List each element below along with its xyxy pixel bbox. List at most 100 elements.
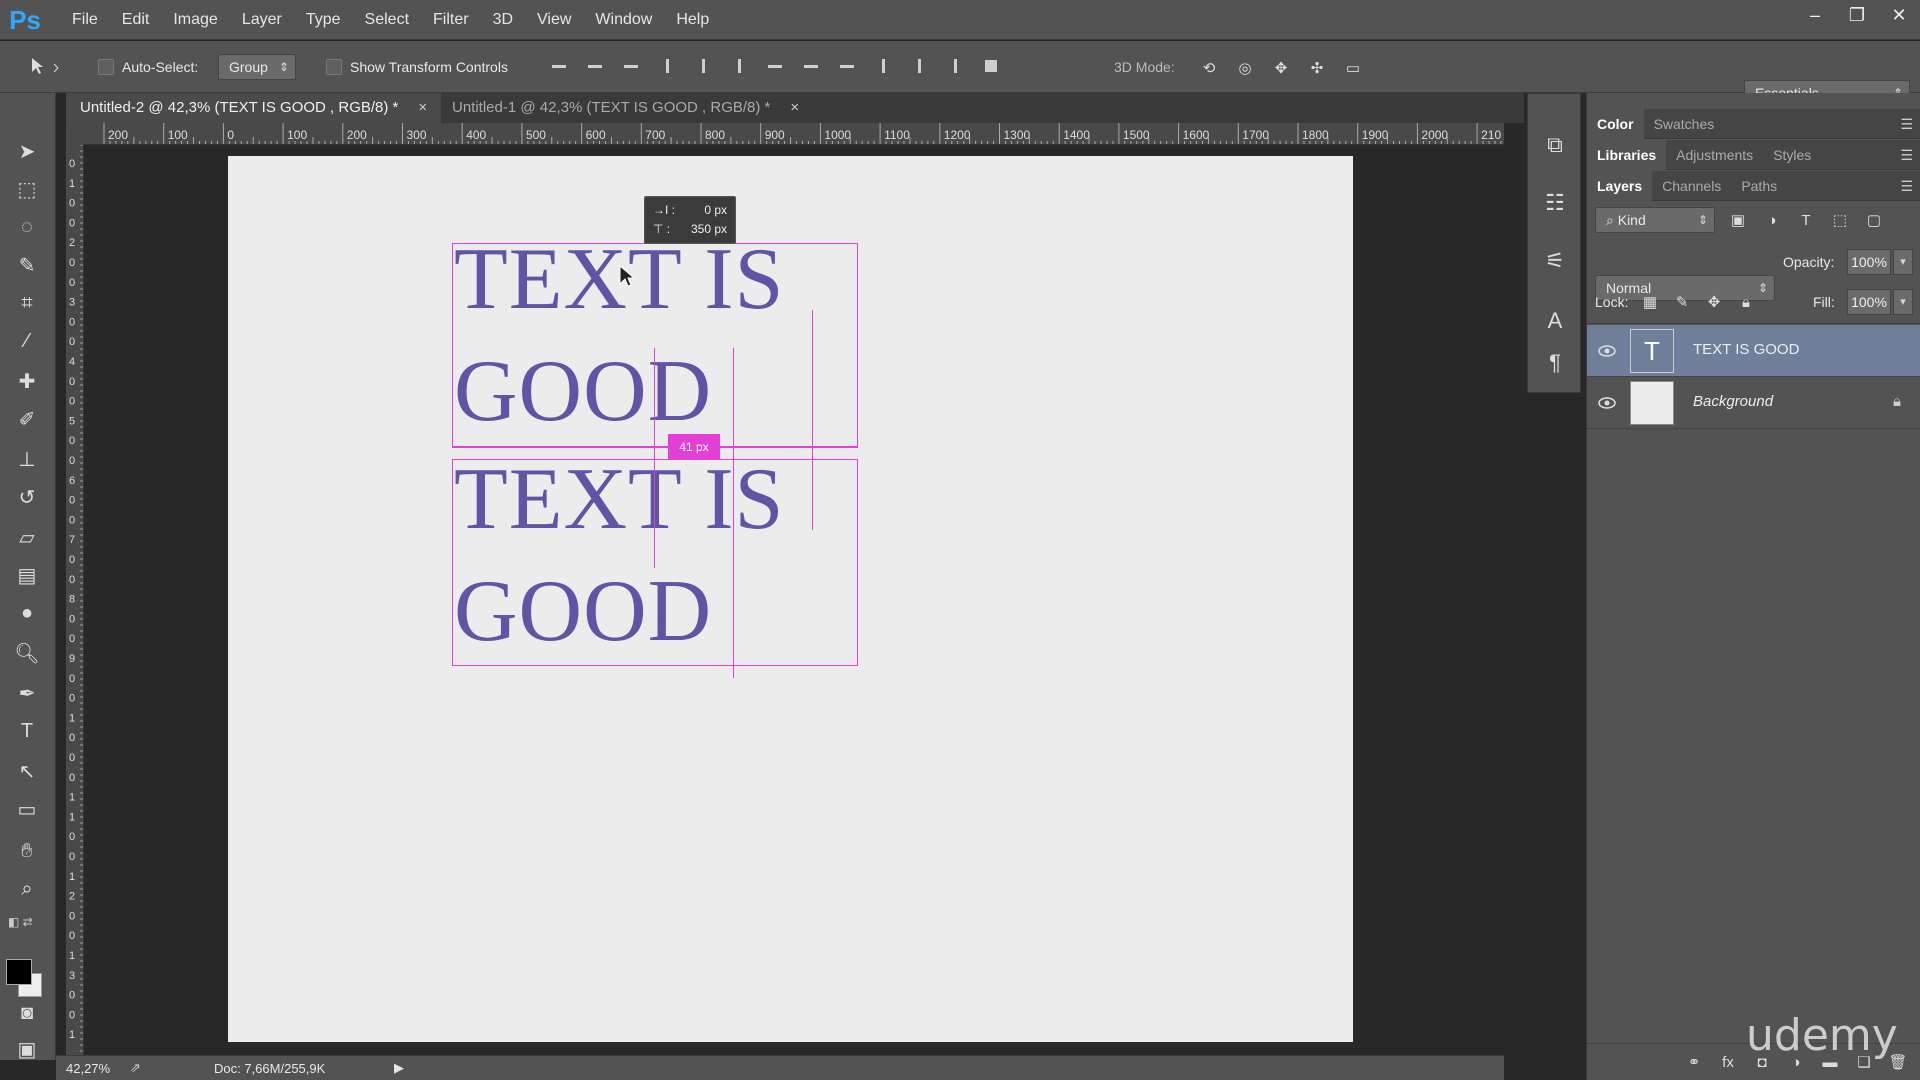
distribute-bottom-button[interactable]: [836, 55, 858, 77]
lock-transparency-button[interactable]: ▦: [1637, 289, 1663, 315]
tab-untitled-2[interactable]: Untitled-2 @ 42,3% (TEXT IS GOOD , RGB/8…: [66, 93, 442, 123]
paragraph-panel-button[interactable]: ¶: [1538, 346, 1572, 380]
hand-tool[interactable]: ✋︎: [11, 835, 43, 867]
distribute-left-button[interactable]: [872, 55, 894, 77]
lock-pixels-button[interactable]: ✎: [1669, 289, 1695, 315]
align-vcenter-button[interactable]: [584, 55, 606, 77]
tab-paths[interactable]: Paths: [1731, 171, 1787, 201]
filter-pixel-button[interactable]: ▣: [1725, 207, 1751, 233]
menu-select[interactable]: Select: [353, 0, 421, 40]
filter-smart-object-button[interactable]: ▢: [1861, 207, 1887, 233]
panel-menu-icon[interactable]: ☰: [1900, 147, 1913, 164]
document-canvas[interactable]: TEXT IS GOOD TEXT IS GOOD 41 px →I :0 px…: [228, 156, 1353, 1042]
tab-close-icon[interactable]: ×: [418, 99, 427, 116]
align-top-button[interactable]: [548, 55, 570, 77]
eraser-tool[interactable]: ▱: [11, 521, 43, 553]
filter-type-button[interactable]: T: [1793, 207, 1819, 233]
menu-type[interactable]: Type: [294, 0, 353, 40]
menu-file[interactable]: File: [60, 0, 110, 40]
foreground-color-swatch[interactable]: [6, 959, 32, 985]
move-tool[interactable]: ➤: [11, 135, 43, 167]
clone-stamp-tool[interactable]: ⊥: [11, 443, 43, 475]
auto-select-dropdown[interactable]: Group: [218, 54, 296, 80]
distribute-right-button[interactable]: [944, 55, 966, 77]
tab-color[interactable]: Color: [1587, 108, 1644, 139]
3d-camera-button[interactable]: ▭: [1340, 55, 1366, 81]
menu-window[interactable]: Window: [583, 0, 664, 40]
zoom-tool[interactable]: ⌕: [11, 873, 43, 905]
tab-adjustments[interactable]: Adjustments: [1666, 140, 1763, 170]
type-tool[interactable]: T: [11, 715, 43, 747]
tab-libraries[interactable]: Libraries: [1587, 139, 1667, 170]
history-panel-button[interactable]: ⧉: [1538, 128, 1572, 162]
quick-mask-button[interactable]: ◙: [11, 997, 43, 1029]
lock-position-button[interactable]: ✥: [1701, 289, 1727, 315]
menu-3d[interactable]: 3D: [481, 0, 525, 40]
align-hcenter-button[interactable]: [692, 55, 714, 77]
color-reset-controls[interactable]: ◧ ⇄: [8, 915, 48, 931]
distribute-vcenter-button[interactable]: [800, 55, 822, 77]
opacity-input[interactable]: 100%: [1847, 249, 1891, 275]
restore-button[interactable]: ❐: [1836, 0, 1878, 30]
horizontal-ruler[interactable]: 200 100 0 100 200 300 400 500 600 700 800 900 1000 11…: [84, 123, 1504, 145]
tab-styles[interactable]: Styles: [1763, 140, 1821, 170]
menu-help[interactable]: Help: [664, 0, 721, 40]
status-menu-arrow-icon[interactable]: ▶: [394, 1060, 404, 1076]
pen-tool[interactable]: ✒: [11, 677, 43, 709]
tab-layers[interactable]: Layers: [1587, 170, 1653, 201]
crop-tool[interactable]: ⌗: [11, 287, 43, 319]
3d-slide-button[interactable]: ✣: [1304, 55, 1330, 81]
fill-input[interactable]: 100%: [1847, 289, 1891, 315]
lasso-tool[interactable]: ◌: [11, 211, 43, 243]
history-brush-tool[interactable]: ↺: [11, 481, 43, 513]
quick-select-tool[interactable]: ✎: [11, 249, 43, 281]
distribute-top-button[interactable]: [764, 55, 786, 77]
move-tool-preset[interactable]: [28, 55, 62, 77]
align-left-button[interactable]: [656, 55, 678, 77]
layer-row-text[interactable]: T TEXT IS GOOD: [1587, 325, 1920, 377]
vertical-ruler[interactable]: 0 1 0 0 2 0 0 3 0 0 4 0 0 5 0 0 6 0 0 7 0 0 8 0 0 9 0 0 1 0 0 0 1 1 0 0 1 2 0 0…: [66, 145, 84, 1055]
show-transform-checkbox[interactable]: [326, 59, 342, 75]
gradient-tool[interactable]: ▤: [11, 559, 43, 591]
blur-tool[interactable]: ●: [11, 597, 43, 629]
opacity-slider-toggle[interactable]: ▾: [1893, 249, 1913, 275]
character-panel-button[interactable]: A: [1538, 304, 1572, 338]
menu-view[interactable]: View: [525, 0, 583, 40]
3d-drag-button[interactable]: ✥: [1268, 55, 1294, 81]
export-icon[interactable]: ⇗: [130, 1060, 141, 1076]
eye-icon[interactable]: [1597, 341, 1617, 361]
brush-panel-button[interactable]: ⚟: [1538, 244, 1572, 278]
menu-image[interactable]: Image: [161, 0, 229, 40]
menu-edit[interactable]: Edit: [110, 0, 162, 40]
lock-all-button[interactable]: 🔒︎: [1733, 289, 1759, 315]
ruler-origin[interactable]: [66, 123, 84, 145]
minimize-button[interactable]: –: [1794, 0, 1836, 30]
healing-brush-tool[interactable]: ✚: [11, 365, 43, 397]
eyedropper-tool[interactable]: ⁄: [11, 325, 43, 357]
filter-adjustment-button[interactable]: ◑: [1759, 207, 1785, 233]
tab-untitled-1[interactable]: Untitled-1 @ 42,3% (TEXT IS GOOD , RGB/8…: [438, 93, 813, 123]
tab-channels[interactable]: Channels: [1652, 171, 1731, 201]
marquee-tool[interactable]: ⬚: [11, 173, 43, 205]
panel-menu-icon[interactable]: ☰: [1900, 116, 1913, 133]
align-bottom-button[interactable]: [620, 55, 642, 77]
eye-icon[interactable]: [1597, 393, 1617, 413]
menu-layer[interactable]: Layer: [230, 0, 294, 40]
shape-tool[interactable]: ▭: [11, 793, 43, 825]
auto-align-button[interactable]: [980, 55, 1002, 77]
zoom-level[interactable]: 42,27%: [66, 1061, 110, 1076]
brush-tool[interactable]: ✐: [11, 403, 43, 435]
fill-slider-toggle[interactable]: ▾: [1893, 289, 1913, 315]
panel-menu-icon[interactable]: ☰: [1900, 178, 1913, 195]
close-window-button[interactable]: ✕: [1878, 0, 1920, 30]
align-right-button[interactable]: [728, 55, 750, 77]
path-select-tool[interactable]: ↖: [11, 755, 43, 787]
distribute-hcenter-button[interactable]: [908, 55, 930, 77]
3d-rotate-button[interactable]: ⟲: [1196, 55, 1222, 81]
properties-panel-button[interactable]: ☷: [1538, 186, 1572, 220]
dodge-tool[interactable]: 🔍︎: [11, 637, 43, 669]
link-layers-button[interactable]: ⚭: [1681, 1049, 1707, 1075]
screen-mode-button[interactable]: ▣: [11, 1033, 43, 1065]
filter-shape-button[interactable]: ⬚: [1827, 207, 1853, 233]
layer-row-background[interactable]: Background 🔒︎: [1587, 377, 1920, 429]
